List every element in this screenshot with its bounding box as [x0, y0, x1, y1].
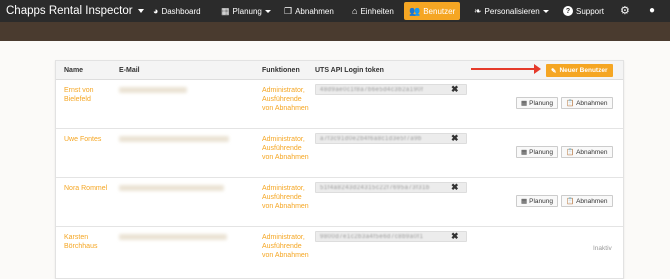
abnahmen-button[interactable]: 📋 Abnahmen: [561, 97, 613, 109]
email-redacted: [119, 136, 229, 142]
user-menu[interactable]: ●: [649, 0, 655, 22]
table-row: Karsten Börchhaus Administrator, Ausführ…: [56, 227, 623, 279]
users-table-panel: Name E-Mail Funktionen UTS API Login tok…: [55, 60, 624, 279]
nav-dashboard-label: Dashboard: [161, 6, 201, 16]
clipboard-icon: 📋: [566, 149, 575, 156]
home-icon: ⌂: [352, 5, 358, 16]
user-name-link[interactable]: Ernst von Bielefeld: [64, 86, 112, 104]
calendar-icon: ▦: [221, 5, 230, 16]
annotation-arrow: [471, 64, 541, 74]
column-header-name: Name: [64, 67, 84, 74]
table-row: Ernst von Bielefeld Administrator, Ausfü…: [56, 80, 623, 129]
user-name-link[interactable]: Uwe Fontes: [64, 135, 112, 144]
abnahmen-label: Abnahmen: [576, 99, 608, 107]
planung-button[interactable]: ▦ Planung: [516, 97, 559, 109]
email-redacted: [119, 234, 227, 240]
email-redacted: [119, 185, 224, 191]
leaf-icon: ❧: [474, 5, 482, 16]
abnahmen-button[interactable]: 📋 Abnahmen: [561, 195, 613, 207]
user-name-link[interactable]: Nora Rommel: [64, 184, 112, 193]
column-header-funktionen: Funktionen: [262, 67, 300, 74]
column-header-token: UTS API Login token: [315, 67, 384, 74]
new-user-label: Neuer Benutzer: [559, 67, 608, 74]
app-brand-menu[interactable]: Chapps Rental Inspector: [0, 5, 144, 17]
pencil-icon: ✎: [551, 67, 557, 75]
clear-token-icon[interactable]: ✖: [451, 231, 459, 242]
token-field[interactable]: a7f3c91d0e2b4f6a8c1d3e5f7a9b: [315, 133, 467, 144]
app-title: Chapps Rental Inspector: [6, 5, 133, 17]
abnahmen-button[interactable]: 📋 Abnahmen: [561, 146, 613, 158]
header-band: [0, 22, 670, 41]
new-user-button[interactable]: ✎ Neuer Benutzer: [546, 64, 613, 77]
token-value: 9800d7e1c2b3a4f5e6d7c8b9a0f1: [320, 234, 424, 240]
nav-personalisieren[interactable]: ❧ Personalisieren: [474, 0, 549, 22]
planung-button[interactable]: ▦ Planung: [516, 195, 559, 207]
chevron-down-icon: [542, 9, 549, 13]
token-value: 51f4a8243d24315c22f7695a73f31b: [320, 185, 430, 191]
nav-personalisieren-label: Personalisieren: [484, 6, 540, 16]
abnahmen-label: Abnahmen: [576, 197, 608, 205]
token-value: a7f3c91d0e2b4f6a8c1d3e5f7a9b: [320, 136, 422, 142]
users-icon: 👥: [409, 5, 421, 16]
clear-token-icon[interactable]: ✖: [451, 133, 459, 144]
palette-icon: ◕: [153, 5, 159, 16]
nav-dashboard[interactable]: ◕ Dashboard: [153, 0, 201, 22]
clipboard-icon: 📋: [566, 100, 575, 107]
nav-planung[interactable]: ▦ Planung: [221, 0, 271, 22]
email-redacted: [119, 87, 187, 93]
token-field[interactable]: 51f4a8243d24315c22f7695a73f31b: [315, 182, 467, 193]
settings-menu[interactable]: ⚙: [620, 0, 630, 22]
nav-benutzer[interactable]: 👥 Benutzer: [404, 2, 461, 20]
user-funktionen: Administrator, Ausführende von Abnahmen: [262, 185, 309, 210]
nav-abnahmen-label: Abnahmen: [295, 6, 334, 16]
planung-button[interactable]: ▦ Planung: [516, 146, 559, 158]
chevron-down-icon: [264, 9, 271, 13]
user-funktionen: Administrator, Ausführende von Abnahmen: [262, 136, 309, 161]
top-navbar: Chapps Rental Inspector ◕ Dashboard ▦ Pl…: [0, 0, 670, 22]
status-badge: Inaktiv: [593, 245, 612, 252]
user-name-link[interactable]: Karsten Börchhaus: [64, 233, 112, 251]
abnahmen-label: Abnahmen: [576, 148, 608, 156]
question-icon: ?: [563, 6, 573, 16]
clear-token-icon[interactable]: ✖: [451, 182, 459, 193]
column-header-email: E-Mail: [119, 67, 140, 74]
nav-support[interactable]: ? Support: [563, 0, 604, 22]
token-value: 48d9ae0c1f8a7b6e5d4c3b2a190f: [320, 87, 424, 93]
nav-abnahmen[interactable]: ❐ Abnahmen: [284, 0, 334, 22]
chevron-down-icon: [137, 9, 144, 13]
planung-label: Planung: [529, 99, 554, 107]
nav-planung-label: Planung: [232, 6, 262, 16]
nav-support-label: Support: [576, 6, 605, 16]
token-field[interactable]: 9800d7e1c2b3a4f5e6d7c8b9a0f1: [315, 231, 467, 242]
calendar-icon: ▦: [521, 149, 528, 156]
gears-icon: ⚙: [620, 4, 630, 17]
table-row: Nora Rommel Administrator, Ausführende v…: [56, 178, 623, 227]
user-funktionen: Administrator, Ausführende von Abnahmen: [262, 87, 309, 112]
planung-label: Planung: [529, 148, 554, 156]
calendar-icon: ▦: [521, 100, 528, 107]
nav-benutzer-label: Benutzer: [423, 6, 456, 16]
clipboard-icon: 📋: [566, 198, 575, 205]
user-icon: ●: [649, 5, 656, 16]
document-icon: ❐: [284, 5, 293, 16]
planung-label: Planung: [529, 197, 554, 205]
token-field[interactable]: 48d9ae0c1f8a7b6e5d4c3b2a190f: [315, 84, 467, 95]
clear-token-icon[interactable]: ✖: [451, 84, 459, 95]
table-row: Uwe Fontes Administrator, Ausführende vo…: [56, 129, 623, 178]
calendar-icon: ▦: [521, 198, 528, 205]
nav-einheiten[interactable]: ⌂ Einheiten: [352, 0, 394, 22]
user-funktionen: Administrator, Ausführende von Abnahmen: [262, 234, 309, 259]
nav-einheiten-label: Einheiten: [360, 6, 394, 16]
